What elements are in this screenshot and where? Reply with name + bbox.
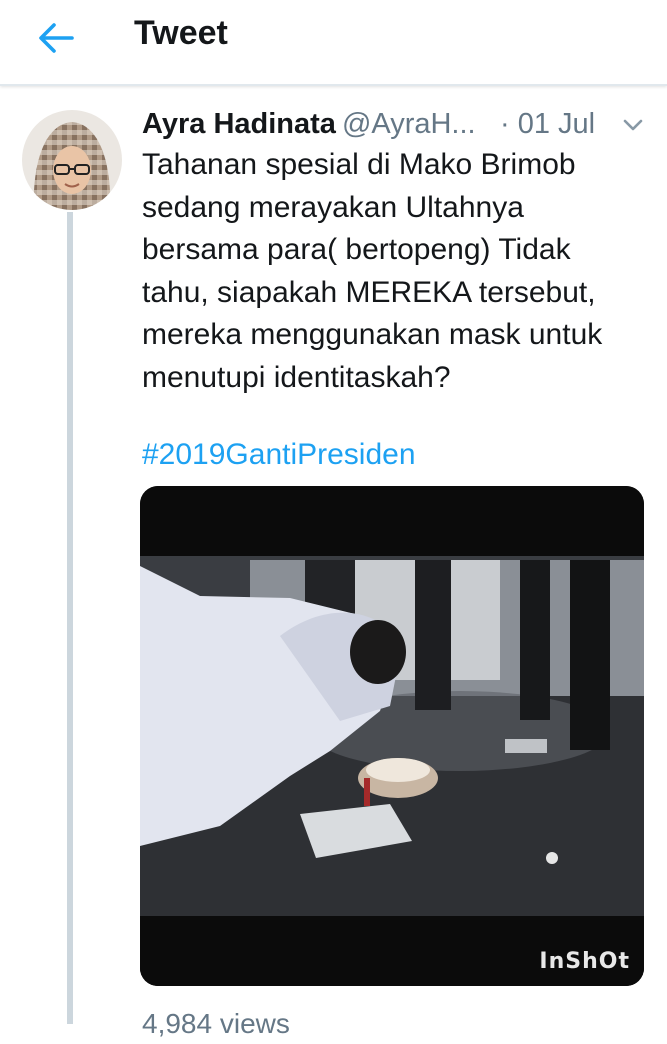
arrow-left-icon bbox=[39, 23, 74, 53]
video-frame bbox=[140, 486, 644, 986]
top-bar: Tweet bbox=[0, 0, 667, 86]
author-name[interactable]: Ayra Hadinata bbox=[142, 108, 336, 140]
view-count: 4,984 views bbox=[142, 1008, 290, 1039]
avatar[interactable] bbox=[22, 110, 122, 210]
tweet-menu-button[interactable] bbox=[620, 112, 646, 138]
chevron-down-icon bbox=[623, 119, 643, 131]
hashtag-link[interactable]: #2019GantiPresiden bbox=[142, 434, 416, 476]
tweet-header: Ayra Hadinata @AyraH... bbox=[142, 104, 476, 144]
tweet-date[interactable]: · 01 Jul bbox=[500, 104, 595, 144]
video-watermark: InShOt bbox=[539, 949, 630, 974]
tweet-video[interactable]: InShOt bbox=[140, 486, 644, 986]
thread-line bbox=[67, 212, 73, 1024]
tweet-text: Tahanan spesial di Mako Brimob sedang me… bbox=[142, 148, 603, 394]
page-title: Tweet bbox=[134, 14, 228, 52]
author-handle[interactable]: @AyraH... bbox=[342, 108, 476, 140]
back-button[interactable] bbox=[34, 16, 78, 60]
